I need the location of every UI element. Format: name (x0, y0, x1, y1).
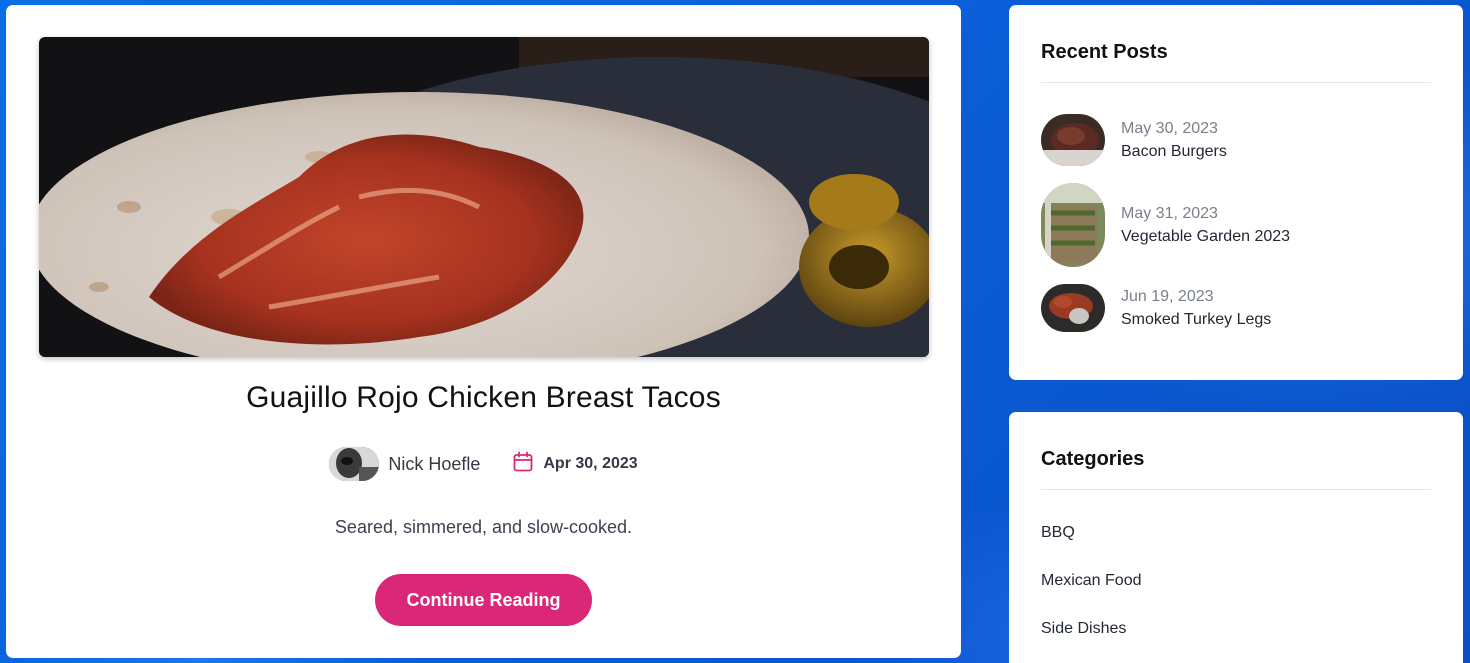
category-item-side-dishes[interactable]: Side Dishes (1041, 620, 1126, 638)
categories-widget: Categories BBQ Mexican Food Side Dishes (1009, 412, 1463, 663)
recent-post-thumbnail[interactable] (1041, 183, 1105, 267)
recent-post-date: May 31, 2023 (1121, 204, 1218, 222)
post-excerpt: Seared, simmered, and slow-cooked. (334, 517, 633, 537)
post-date-text: Apr 30, 2023 (543, 455, 638, 472)
post-title[interactable]: Guajillo Rojo Chicken Breast Tacos (6, 381, 961, 415)
recent-post-meta: May 30, 2023 Bacon Burgers (1121, 120, 1227, 161)
category-item-mexican-food[interactable]: Mexican Food (1041, 572, 1142, 590)
post-author[interactable]: Nick Hoefle (329, 447, 480, 481)
recent-posts-title: Recent Posts (1041, 5, 1431, 83)
recent-post-thumbnail[interactable] (1041, 114, 1105, 166)
recent-post-item[interactable]: Jun 19, 2023 Smoked Turkey Legs (1041, 284, 1271, 332)
recent-post-item[interactable]: May 30, 2023 Bacon Burgers (1041, 114, 1227, 166)
category-item-bbq[interactable]: BBQ (1041, 524, 1075, 542)
recent-post-thumbnail[interactable] (1041, 284, 1105, 332)
categories-title: Categories (1041, 412, 1431, 490)
recent-post-title[interactable]: Vegetable Garden 2023 (1121, 228, 1290, 246)
calendar-icon (512, 451, 534, 478)
recent-posts-widget: Recent Posts May 30, 2023 Bacon Burgers (1009, 5, 1463, 380)
author-avatar (329, 447, 380, 481)
recent-post-date: May 30, 2023 (1121, 119, 1218, 137)
recent-post-title[interactable]: Bacon Burgers (1121, 143, 1227, 161)
post-date: Apr 30, 2023 (512, 451, 638, 478)
post-card: Guajillo Rojo Chicken Breast Tacos Nick … (6, 5, 961, 658)
continue-reading-button[interactable]: Continue Reading (375, 574, 592, 626)
recent-post-meta: Jun 19, 2023 Smoked Turkey Legs (1121, 288, 1271, 329)
recent-post-title[interactable]: Smoked Turkey Legs (1121, 311, 1271, 329)
post-featured-image[interactable] (39, 37, 929, 357)
recent-post-item[interactable]: May 31, 2023 Vegetable Garden 2023 (1041, 183, 1290, 267)
post-meta: Nick Hoefle Apr 30, 2023 (6, 447, 961, 481)
author-name: Nick Hoefle (388, 453, 481, 474)
recent-post-date: Jun 19, 2023 (1121, 287, 1214, 305)
recent-post-meta: May 31, 2023 Vegetable Garden 2023 (1121, 205, 1290, 246)
